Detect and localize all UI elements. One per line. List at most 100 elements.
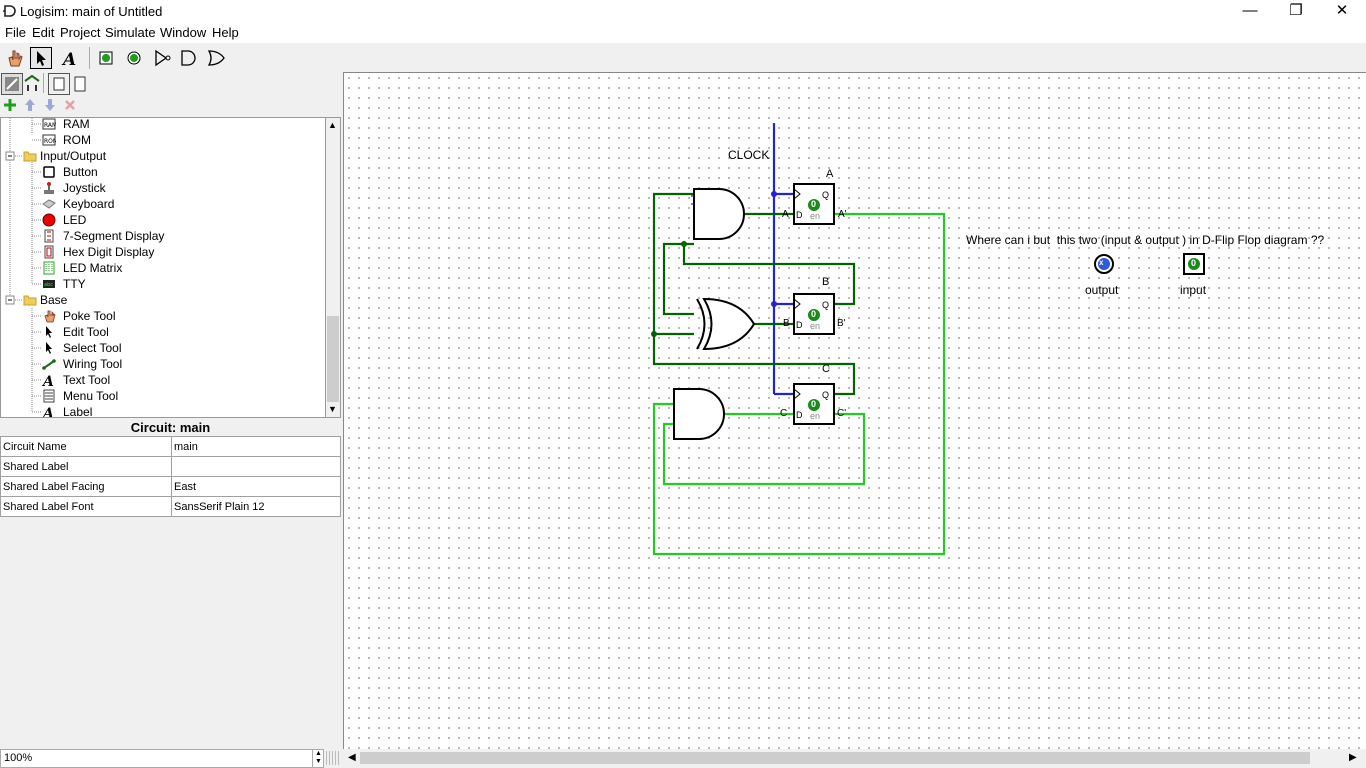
ff-en-label: en	[810, 411, 821, 421]
tree-scrollbar[interactable]: ▲ ▼	[325, 117, 341, 418]
circuit-drawing[interactable]	[344, 73, 1366, 749]
properties-title: Circuit: main	[130, 420, 211, 435]
svg-text:RAM: RAM	[44, 122, 56, 129]
tree-scroll-thumb[interactable]	[327, 316, 339, 402]
scroll-up-icon[interactable]: ▲	[328, 120, 337, 130]
tree-item-label: TTY	[63, 277, 86, 291]
ff-en-label: en	[810, 321, 821, 331]
svg-text:ROM: ROM	[44, 138, 56, 145]
input-pin-label: input	[1180, 283, 1207, 297]
input-pin-value: 0	[1191, 258, 1197, 268]
title-bar: Logisim: main of Untitled — ❐ ✕	[0, 0, 1366, 23]
menu-window[interactable]: Window	[160, 25, 206, 40]
label-icon: A	[41, 405, 56, 418]
ff-d-label: D	[796, 210, 803, 220]
seven-segment-icon	[42, 229, 56, 243]
property-name: Circuit Name	[0, 436, 172, 457]
move-down-icon[interactable]	[43, 98, 57, 112]
tree-item-label: Button	[63, 165, 98, 179]
tree-item-label: 7-Segment Display	[63, 229, 165, 243]
circuit-canvas[interactable]: CLOCK A B C A B C A' B' C' Q D en 0 Q D …	[343, 72, 1366, 749]
tree-item-label: Label	[63, 405, 93, 418]
canvas-scroll-thumb[interactable]	[360, 752, 1310, 764]
or-gate-icon[interactable]	[205, 47, 227, 69]
resize-grip-icon[interactable]	[326, 751, 340, 765]
question-text: Where can i but this two (input & output…	[966, 233, 1325, 247]
simulation-tree-icon[interactable]	[21, 73, 43, 95]
property-name: Shared Label	[0, 456, 172, 477]
table-row[interactable]: Circuit Name main	[0, 436, 341, 457]
canvas-scrollbar[interactable]: ◀ ▶	[343, 749, 1366, 768]
tree-item-label: Joystick	[63, 181, 106, 195]
ff-output-b: B'	[837, 318, 846, 329]
scroll-down-icon[interactable]: ▼	[328, 404, 337, 414]
ff-output-a: A'	[838, 209, 847, 220]
menu-bar: File Edit Project Simulate Window Help	[0, 23, 1366, 43]
property-name: Shared Label Facing	[0, 476, 172, 497]
text-tool-icon[interactable]: A	[59, 47, 81, 69]
ff-d-label: D	[796, 320, 803, 330]
output-pin-icon[interactable]	[123, 47, 145, 69]
ff-d-label: D	[796, 410, 803, 420]
and-gate[interactable]	[693, 188, 745, 240]
scroll-right-icon[interactable]: ▶	[1349, 752, 1357, 763]
or-gate[interactable]	[702, 297, 756, 351]
edit-layout-icon[interactable]	[48, 73, 70, 95]
tree-item-label: Select Tool	[63, 341, 122, 355]
property-value[interactable]: main	[171, 436, 341, 457]
output-pin[interactable]	[1094, 254, 1114, 274]
clock-label: CLOCK	[728, 148, 770, 162]
and-gate-icon[interactable]	[178, 47, 200, 69]
select-tool-icon[interactable]	[30, 47, 52, 69]
table-row[interactable]: Shared Label Font SansSerif Plain 12	[0, 496, 341, 517]
ff-en-label: en	[810, 211, 821, 221]
ff-q-label: Q	[822, 390, 830, 400]
table-row[interactable]: Shared Label Facing East	[0, 476, 341, 497]
svg-text:A: A	[42, 406, 54, 418]
menu-simulate[interactable]: Simulate	[105, 25, 156, 40]
edit-appearance-icon[interactable]	[69, 73, 91, 95]
tty-icon: abc	[42, 277, 56, 291]
zoom-field[interactable]: 100% ▲ ▼	[0, 749, 324, 768]
menu-help[interactable]: Help	[212, 25, 239, 40]
keyboard-icon	[42, 197, 56, 211]
output-pin-label: output	[1085, 283, 1119, 297]
tree-item-label: Wiring Tool	[63, 357, 123, 371]
input-pin-icon[interactable]	[96, 47, 118, 69]
delete-circuit-icon[interactable]	[63, 98, 77, 112]
tree-item-label: RAM	[63, 117, 90, 131]
property-value[interactable]: East	[171, 476, 341, 497]
add-circuit-icon[interactable]	[3, 98, 17, 112]
property-value[interactable]	[171, 456, 341, 477]
zoom-spinner[interactable]: ▲ ▼	[312, 750, 324, 767]
minimize-button[interactable]: —	[1227, 0, 1273, 23]
toolbar-divider	[89, 47, 90, 69]
ff-q-label: Q	[822, 190, 830, 200]
menu-edit[interactable]: Edit	[32, 25, 54, 40]
joystick-icon	[42, 181, 56, 195]
clock-wire[interactable]	[772, 123, 794, 396]
ff-input-c: C	[780, 408, 788, 419]
maximize-button[interactable]: ❐	[1273, 0, 1319, 23]
tree-item-label: LED Matrix	[63, 261, 123, 275]
scroll-left-icon[interactable]: ◀	[348, 752, 356, 763]
edit-tool-icon	[42, 325, 56, 339]
close-button[interactable]: ✕	[1319, 0, 1365, 23]
menu-project[interactable]: Project	[60, 25, 100, 40]
output-pin-value: x	[1099, 258, 1104, 267]
not-gate-icon[interactable]	[151, 47, 173, 69]
menu-file[interactable]: File	[5, 25, 26, 40]
property-value[interactable]: SansSerif Plain 12	[171, 496, 341, 517]
window-title: Logisim: main of Untitled	[20, 4, 163, 19]
ff-label-b: B	[822, 276, 830, 288]
table-row[interactable]: Shared Label	[0, 456, 341, 477]
poke-tool-icon	[42, 309, 56, 323]
poke-tool-icon[interactable]	[4, 47, 26, 69]
tree-item-label: ROM	[63, 133, 91, 147]
explorer-toolbox-icon[interactable]	[1, 73, 23, 95]
and-gate[interactable]	[673, 388, 725, 440]
tree-item-label: Poke Tool	[63, 309, 116, 323]
ff-state: 0	[811, 399, 817, 409]
ff-label-a: A	[826, 168, 834, 180]
move-up-icon[interactable]	[23, 98, 37, 112]
